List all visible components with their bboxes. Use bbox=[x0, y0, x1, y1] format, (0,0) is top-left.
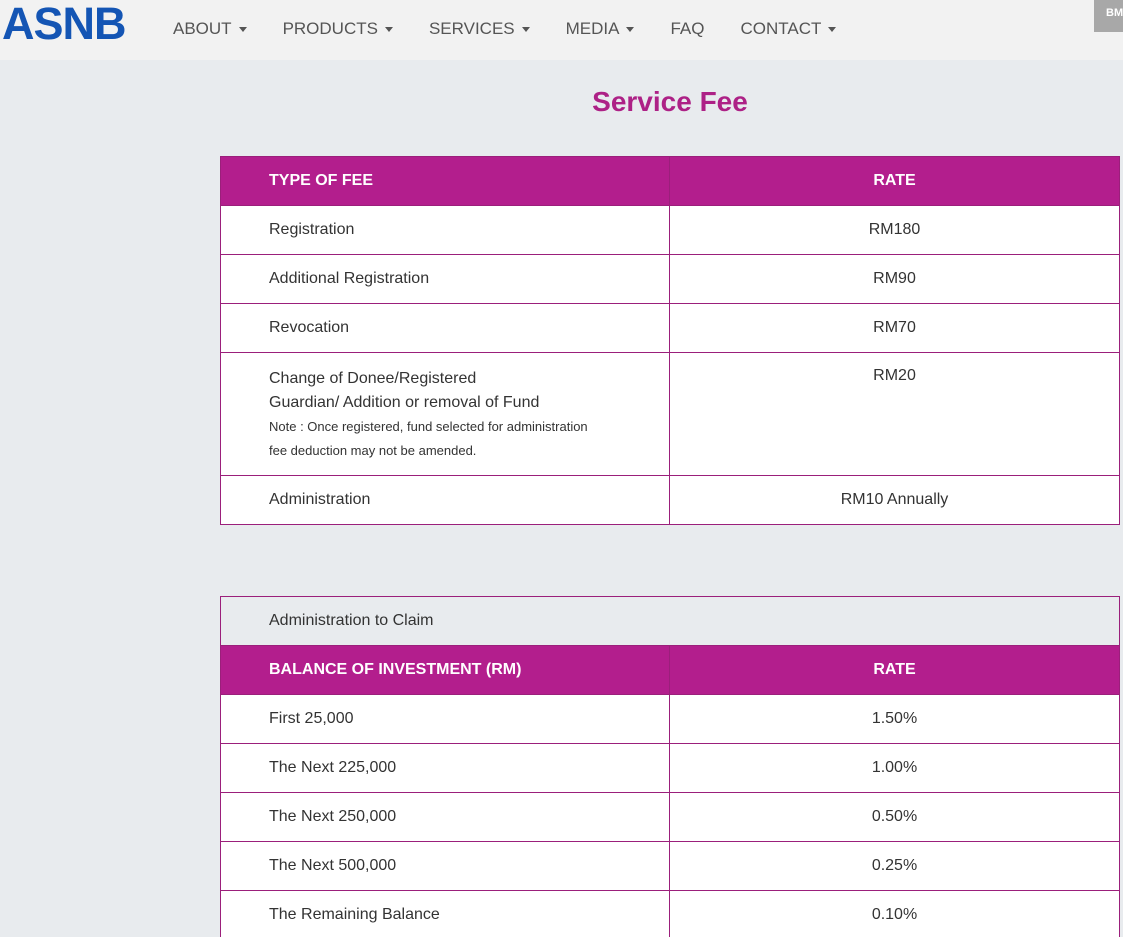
caret-down-icon bbox=[521, 26, 530, 32]
table-row: The Next 500,000 0.25% bbox=[220, 841, 1120, 891]
nav-item-label: PRODUCTS bbox=[282, 19, 378, 38]
balance-cell: The Next 250,000 bbox=[220, 792, 670, 842]
caret-down-icon bbox=[828, 26, 837, 32]
balance-cell: The Next 225,000 bbox=[220, 743, 670, 793]
rate-cell: 1.50% bbox=[669, 694, 1120, 744]
table-row: Administration RM10 Annually bbox=[220, 475, 1120, 525]
fee-type-line: Change of Donee/Registered bbox=[269, 370, 477, 387]
table-header-row: TYPE OF FEE RATE bbox=[220, 156, 1120, 206]
fee-note: Note : Once registered, fund selected fo… bbox=[269, 419, 588, 434]
column-header-type-of-fee: TYPE OF FEE bbox=[220, 156, 670, 206]
table-row: First 25,000 1.50% bbox=[220, 694, 1120, 744]
nav-item-services[interactable]: SERVICES bbox=[411, 19, 548, 39]
fee-note: fee deduction may not be amended. bbox=[269, 443, 477, 458]
nav-item-faq[interactable]: FAQ bbox=[652, 19, 722, 39]
table-row: Revocation RM70 bbox=[220, 303, 1120, 353]
table-row: Additional Registration RM90 bbox=[220, 254, 1120, 304]
rate-cell: 0.50% bbox=[669, 792, 1120, 842]
nav-item-about[interactable]: ABOUT bbox=[155, 19, 265, 39]
rate-cell: RM20 bbox=[669, 352, 1120, 476]
nav-item-products[interactable]: PRODUCTS bbox=[265, 19, 411, 39]
rate-cell: RM10 Annually bbox=[669, 475, 1120, 525]
fee-type-cell: Additional Registration bbox=[220, 254, 670, 304]
table-row: The Next 250,000 0.50% bbox=[220, 792, 1120, 842]
navbar: ASNB ABOUT PRODUCTS SERVICES MEDIA FAQ C… bbox=[0, 0, 1123, 60]
table-row: Registration RM180 bbox=[220, 205, 1120, 255]
service-fee-table: TYPE OF FEE RATE Registration RM180 Addi… bbox=[220, 156, 1120, 525]
fee-type-cell: Administration bbox=[220, 475, 670, 525]
caret-down-icon bbox=[238, 26, 247, 32]
column-header-rate: RATE bbox=[669, 645, 1120, 695]
nav-item-label: FAQ bbox=[670, 19, 705, 38]
fee-type-cell: Change of Donee/Registered Guardian/ Add… bbox=[220, 352, 670, 476]
language-toggle-button[interactable]: BM bbox=[1094, 0, 1123, 32]
nav-item-media[interactable]: MEDIA bbox=[548, 19, 653, 39]
rate-cell: RM70 bbox=[669, 303, 1120, 353]
nav-item-contact[interactable]: CONTACT bbox=[723, 19, 855, 39]
nav-item-label: SERVICES bbox=[428, 19, 515, 38]
column-header-balance: BALANCE OF INVESTMENT (RM) bbox=[220, 645, 670, 695]
balance-cell: The Next 500,000 bbox=[220, 841, 670, 891]
table-header-row: BALANCE OF INVESTMENT (RM) RATE bbox=[220, 645, 1120, 695]
administration-claim-table: Administration to Claim BALANCE OF INVES… bbox=[220, 596, 1120, 937]
page-title: Service Fee bbox=[592, 86, 748, 117]
table-row: The Next 225,000 1.00% bbox=[220, 743, 1120, 793]
table-row: The Remaining Balance 0.10% bbox=[220, 890, 1120, 937]
nav-item-label: CONTACT bbox=[740, 19, 822, 38]
rate-cell: RM90 bbox=[669, 254, 1120, 304]
caret-down-icon bbox=[626, 26, 635, 32]
nav-item-label: ABOUT bbox=[173, 19, 232, 38]
nav-menu: ABOUT PRODUCTS SERVICES MEDIA FAQ CONTAC… bbox=[155, 0, 854, 58]
fee-type-line: Guardian/ Addition or removal of Fund bbox=[269, 394, 540, 411]
table-caption: Administration to Claim bbox=[220, 596, 1120, 646]
fee-type-cell: Revocation bbox=[220, 303, 670, 353]
table-caption-row: Administration to Claim bbox=[220, 596, 1120, 646]
rate-cell: 0.10% bbox=[669, 890, 1120, 937]
rate-cell: RM180 bbox=[669, 205, 1120, 255]
table-row: Change of Donee/Registered Guardian/ Add… bbox=[220, 352, 1120, 476]
column-header-rate: RATE bbox=[669, 156, 1120, 206]
rate-cell: 0.25% bbox=[669, 841, 1120, 891]
balance-cell: The Remaining Balance bbox=[220, 890, 670, 937]
caret-down-icon bbox=[384, 26, 393, 32]
balance-cell: First 25,000 bbox=[220, 694, 670, 744]
asnb-logo[interactable]: ASNB bbox=[2, 1, 127, 46]
nav-item-label: MEDIA bbox=[565, 19, 620, 38]
rate-cell: 1.00% bbox=[669, 743, 1120, 793]
fee-type-cell: Registration bbox=[220, 205, 670, 255]
